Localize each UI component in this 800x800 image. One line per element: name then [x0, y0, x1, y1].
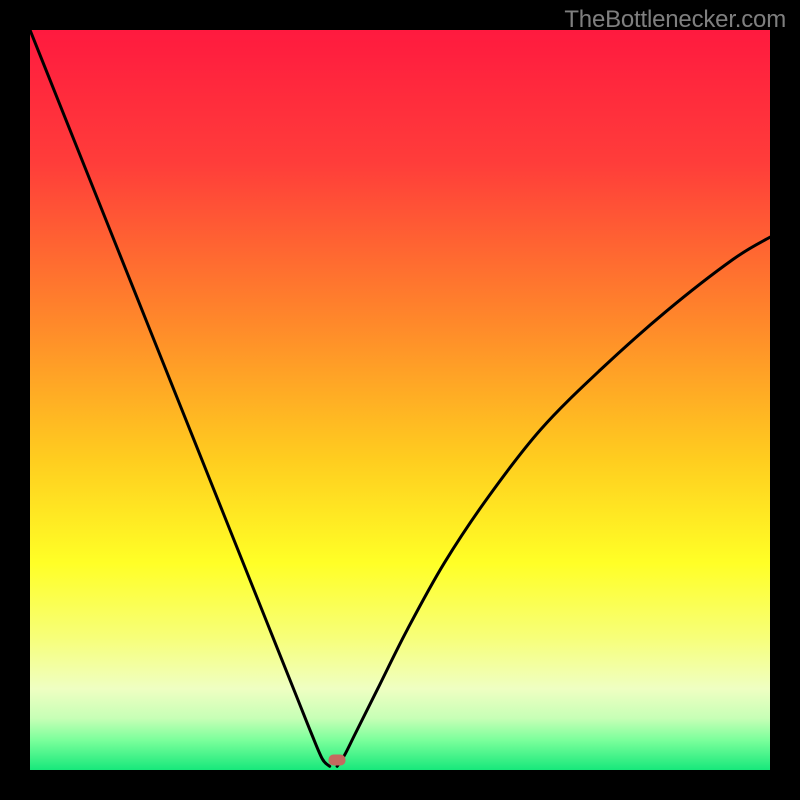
- gradient-background: [30, 30, 770, 770]
- chart-frame: TheBottlenecker.com: [0, 0, 800, 800]
- optimal-point-marker: [329, 755, 346, 766]
- plot-area: [30, 30, 770, 770]
- watermark-text: TheBottlenecker.com: [564, 6, 786, 34]
